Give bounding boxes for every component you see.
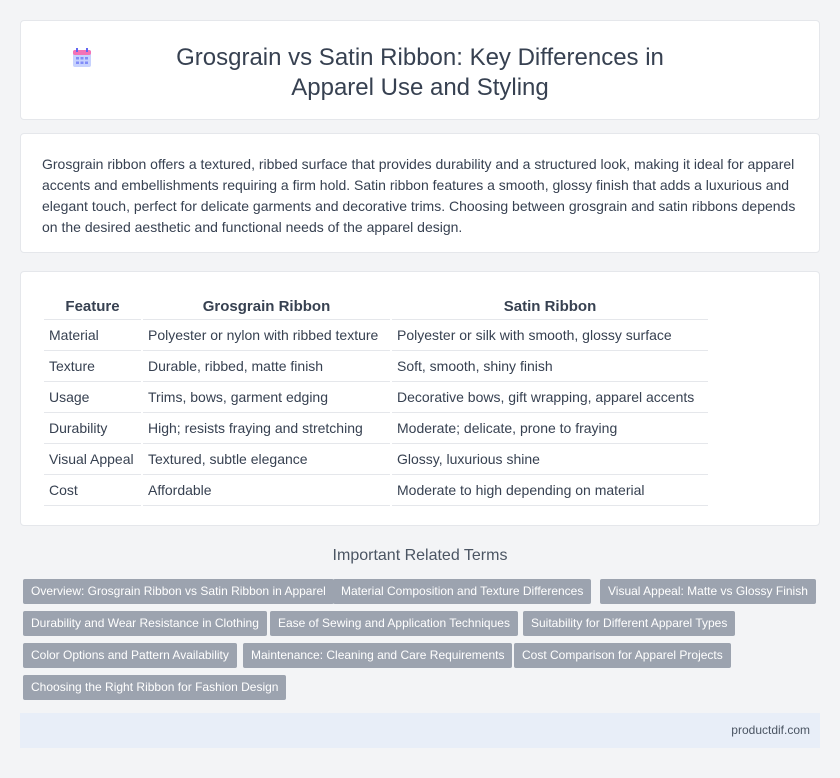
tag-choosing-ribbon[interactable]: Choosing the Right Ribbon for Fashion De… <box>23 675 287 700</box>
cell-grosgrain: Affordable <box>143 475 390 506</box>
tag-overview[interactable]: Overview: Grosgrain Ribbon vs Satin Ribb… <box>23 579 334 604</box>
cell-feature: Cost <box>44 475 141 506</box>
cell-grosgrain: Trims, bows, garment edging <box>143 382 390 413</box>
header-feature: Feature <box>44 294 141 320</box>
header-card: Grosgrain vs Satin Ribbon: Key Differenc… <box>20 20 820 120</box>
cell-satin: Soft, smooth, shiny finish <box>392 351 708 382</box>
table-row: Texture Durable, ribbed, matte finish So… <box>44 351 708 382</box>
tag-suitability[interactable]: Suitability for Different Apparel Types <box>523 611 736 636</box>
tag-material-composition[interactable]: Material Composition and Texture Differe… <box>333 579 592 604</box>
comparison-card: Feature Grosgrain Ribbon Satin Ribbon Ma… <box>20 271 820 526</box>
tag-cost-comparison[interactable]: Cost Comparison for Apparel Projects <box>514 643 731 668</box>
page-title-text: Grosgrain vs Satin Ribbon: Key Differenc… <box>176 44 664 101</box>
cell-feature: Texture <box>44 351 141 382</box>
cell-satin: Polyester or silk with smooth, glossy su… <box>392 320 708 351</box>
table-row: Material Polyester or nylon with ribbed … <box>44 320 708 351</box>
footer-site: productdif.com <box>731 723 810 737</box>
tag-maintenance[interactable]: Maintenance: Cleaning and Care Requireme… <box>243 643 513 668</box>
cell-grosgrain: Textured, subtle elegance <box>143 444 390 475</box>
table-header-row: Feature Grosgrain Ribbon Satin Ribbon <box>44 294 708 320</box>
tag-color-options[interactable]: Color Options and Pattern Availability <box>23 643 237 668</box>
footer: productdif.com <box>20 713 820 748</box>
tag-durability[interactable]: Durability and Wear Resistance in Clothi… <box>23 611 267 636</box>
comparison-table: Feature Grosgrain Ribbon Satin Ribbon Ma… <box>42 294 710 506</box>
table-row: Cost Affordable Moderate to high dependi… <box>44 475 708 506</box>
tag-ease-of-sewing[interactable]: Ease of Sewing and Application Technique… <box>270 611 518 636</box>
intro-paragraph: Grosgrain ribbon offers a textured, ribb… <box>42 156 796 235</box>
cell-grosgrain: Polyester or nylon with ribbed texture <box>143 320 390 351</box>
cell-grosgrain: Durable, ribbed, matte finish <box>143 351 390 382</box>
cell-grosgrain: High; resists fraying and stretching <box>143 413 390 444</box>
cell-feature: Material <box>44 320 141 351</box>
related-terms-title: Important Related Terms <box>332 547 508 564</box>
cell-feature: Usage <box>44 382 141 413</box>
cell-satin: Decorative bows, gift wrapping, apparel … <box>392 382 708 413</box>
header-grosgrain: Grosgrain Ribbon <box>143 294 390 320</box>
header-satin: Satin Ribbon <box>392 294 708 320</box>
table-row: Durability High; resists fraying and str… <box>44 413 708 444</box>
cell-satin: Moderate; delicate, prone to fraying <box>392 413 708 444</box>
cell-satin: Moderate to high depending on material <box>392 475 708 506</box>
tag-visual-appeal[interactable]: Visual Appeal: Matte vs Glossy Finish <box>600 579 816 604</box>
table-row: Visual Appeal Textured, subtle elegance … <box>44 444 708 475</box>
cell-feature: Visual Appeal <box>44 444 141 475</box>
cell-feature: Durability <box>44 413 141 444</box>
table-row: Usage Trims, bows, garment edging Decora… <box>44 382 708 413</box>
page-title: Grosgrain vs Satin Ribbon: Key Differenc… <box>21 43 819 103</box>
cell-satin: Glossy, luxurious shine <box>392 444 708 475</box>
intro-card: Grosgrain ribbon offers a textured, ribb… <box>20 133 820 253</box>
